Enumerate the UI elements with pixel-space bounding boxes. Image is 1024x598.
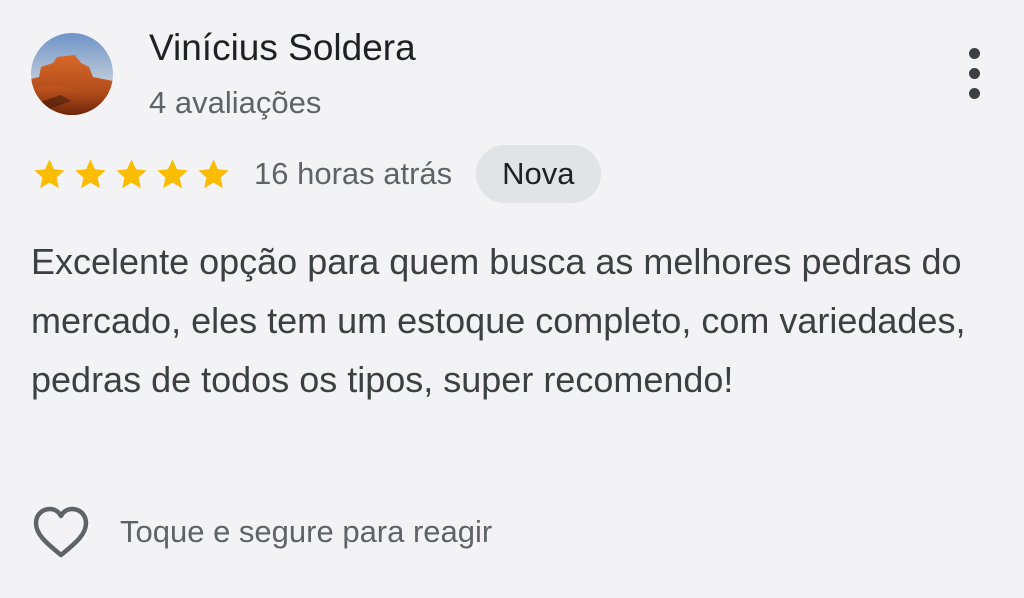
review-time: 16 horas atrás [254, 156, 453, 191]
more-vert-icon-dot [969, 68, 980, 79]
rating-row: 16 horas atrás Nova [31, 145, 601, 203]
new-badge: Nova [476, 145, 601, 203]
avatar-image [31, 33, 113, 115]
star-rating [31, 145, 232, 203]
review-card: Vinícius Soldera 4 avaliações 16 horas a… [0, 0, 1024, 598]
star-icon [195, 156, 232, 193]
more-options-button[interactable] [956, 46, 994, 102]
star-icon [31, 156, 68, 193]
reviewer-name[interactable]: Vinícius Soldera [149, 26, 416, 70]
heart-outline-icon[interactable] [31, 504, 91, 560]
reaction-row[interactable]: Toque e segure para reagir [31, 502, 492, 562]
avatar[interactable] [31, 33, 113, 115]
star-icon [154, 156, 191, 193]
reviewer-reviews-count: 4 avaliações [149, 85, 322, 120]
star-icon [113, 156, 150, 193]
more-vert-icon-dot [969, 88, 980, 99]
reaction-label: Toque e segure para reagir [120, 514, 493, 549]
review-text: Excelente opção para quem busca as melho… [31, 241, 966, 400]
star-icon [72, 156, 109, 193]
more-vert-icon [969, 48, 980, 59]
